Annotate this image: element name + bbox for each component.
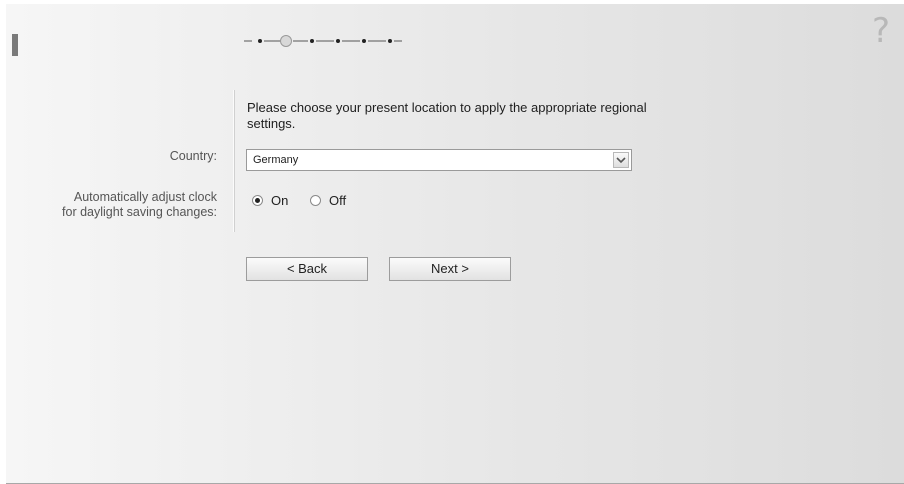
intro-text: Please choose your present location to a…: [247, 100, 647, 131]
progress-step-current: [280, 35, 292, 47]
progress-step: [310, 39, 314, 43]
daylight-saving-label-line1: Automatically adjust clock: [73, 190, 217, 204]
country-label: Country:: [169, 149, 217, 163]
question-mark-icon[interactable]: ?: [872, 14, 890, 48]
country-select[interactable]: Germany: [246, 149, 632, 171]
daylight-saving-label: Automatically adjust clock for daylight …: [62, 190, 217, 220]
country-selected-value: Germany: [253, 154, 299, 166]
chevron-down-icon[interactable]: [613, 152, 629, 168]
column-divider: [233, 90, 234, 232]
back-button[interactable]: < Back: [246, 257, 368, 281]
daylight-saving-label-line2: for daylight saving changes:: [62, 205, 217, 219]
progress-step: [388, 39, 392, 43]
radio-option-off[interactable]: Off: [309, 193, 346, 208]
progress-step: [362, 39, 366, 43]
radio-on-label[interactable]: On: [271, 193, 288, 208]
daylight-saving-radio-group: On Off: [252, 193, 346, 208]
radio-off-button[interactable]: [309, 195, 321, 206]
side-marker: [12, 34, 18, 56]
wizard-panel: [6, 4, 904, 484]
radio-on-button[interactable]: [252, 195, 263, 206]
wizard-progress-indicator: [244, 35, 402, 47]
progress-step: [258, 39, 262, 43]
radio-off-label[interactable]: Off: [329, 193, 346, 208]
next-button[interactable]: Next >: [389, 257, 511, 281]
progress-step: [336, 39, 340, 43]
radio-option-on[interactable]: On: [252, 193, 292, 208]
